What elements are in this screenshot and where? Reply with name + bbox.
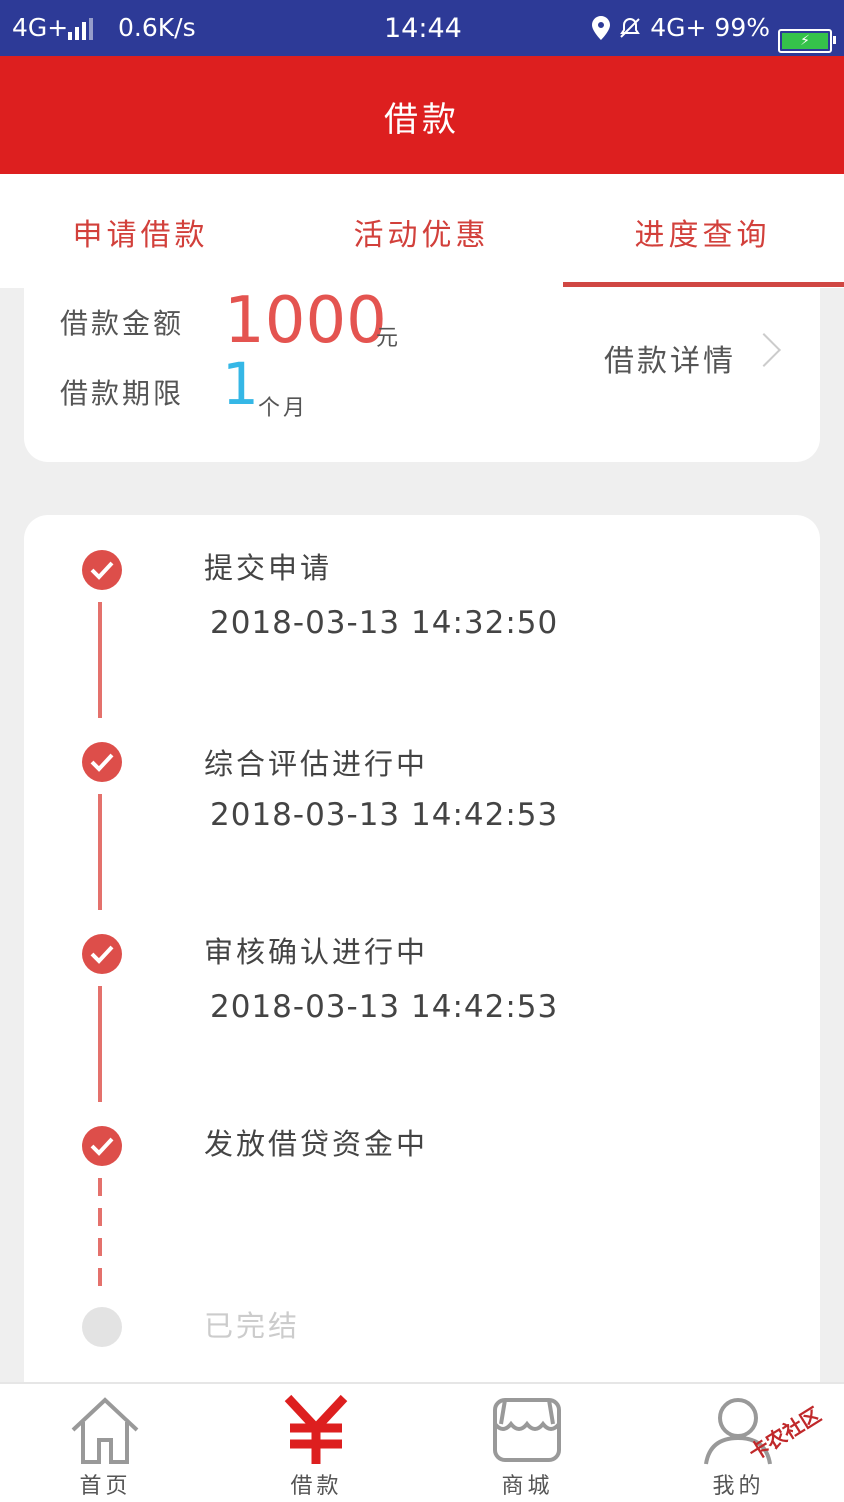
- check-circle-icon: [82, 550, 122, 590]
- page-title: 借款: [384, 100, 460, 140]
- battery-icon: ⚡: [778, 28, 836, 53]
- progress-timeline-card: 提交申请 2018-03-13 14:32:50 综合评估进行中 2018-03…: [24, 515, 820, 1415]
- term-unit: 个月: [258, 396, 309, 421]
- yen-icon: [284, 1394, 348, 1464]
- nav-label: 借款: [290, 1474, 343, 1499]
- timeline-connector: [98, 986, 102, 1102]
- timeline-connector: [98, 602, 102, 718]
- network-type-right: 4G+: [650, 13, 707, 42]
- status-bar: 4G+ 0.6K/s 14:44 4G+ 99% ⚡: [0, 0, 844, 56]
- timeline-connector-dashed: [98, 1178, 102, 1296]
- step-time: 2018-03-13 14:42:53: [210, 989, 559, 1025]
- step-title: 提交申请: [204, 551, 333, 585]
- term-label: 借款期限: [60, 377, 185, 410]
- loan-amount: 1000: [224, 284, 387, 358]
- loan-summary-card: 借款金额 1000 元 借款期限 1 个月 借款详情: [24, 284, 820, 462]
- pending-circle-icon: [82, 1307, 122, 1347]
- step-title: 发放借贷资金中: [204, 1127, 429, 1161]
- battery-percent: 99%: [714, 13, 770, 42]
- step-time: 2018-03-13 14:32:50: [210, 605, 559, 641]
- tab-bar: 申请借款 活动优惠 进度查询: [0, 174, 844, 288]
- step-title: 审核确认进行中: [204, 935, 429, 969]
- home-icon: [71, 1397, 139, 1464]
- shop-icon: [493, 1398, 561, 1462]
- signal-icon: [68, 18, 93, 40]
- tab-progress-query[interactable]: 进度查询: [562, 210, 843, 254]
- nav-label: 商城: [501, 1474, 554, 1499]
- check-circle-icon: [82, 1126, 122, 1166]
- tab-promotions[interactable]: 活动优惠: [281, 210, 562, 254]
- clock: 14:44: [384, 13, 462, 44]
- amount-label: 借款金额: [60, 307, 185, 340]
- status-right: 4G+ 99% ⚡: [592, 13, 836, 53]
- chevron-right-icon[interactable]: [747, 333, 781, 367]
- nav-loan[interactable]: 借款: [211, 1384, 422, 1502]
- nav-label: 我的: [712, 1474, 765, 1499]
- check-circle-icon: [82, 934, 122, 974]
- nav-label: 首页: [79, 1474, 132, 1499]
- network-speed: 0.6K/s: [118, 13, 196, 42]
- location-icon: [592, 15, 611, 40]
- timeline-connector: [98, 794, 102, 910]
- step-title: 已完结: [204, 1309, 301, 1343]
- tab-apply-loan[interactable]: 申请借款: [0, 210, 281, 254]
- nav-shop[interactable]: 商城: [422, 1384, 633, 1502]
- bottom-nav: 首页 借款 商城 我的: [0, 1382, 844, 1502]
- loan-detail-link[interactable]: 借款详情: [604, 336, 736, 380]
- check-circle-icon: [82, 742, 122, 782]
- alarm-off-icon: [620, 17, 641, 38]
- loan-term: 1: [222, 350, 259, 418]
- amount-unit: 元: [376, 326, 399, 351]
- step-time: 2018-03-13 14:42:53: [210, 797, 559, 833]
- app-header: 借款: [0, 56, 844, 174]
- nav-home[interactable]: 首页: [0, 1384, 211, 1502]
- step-title: 综合评估进行中: [204, 747, 429, 781]
- network-type: 4G+: [12, 13, 69, 42]
- active-tab-indicator: [563, 282, 844, 287]
